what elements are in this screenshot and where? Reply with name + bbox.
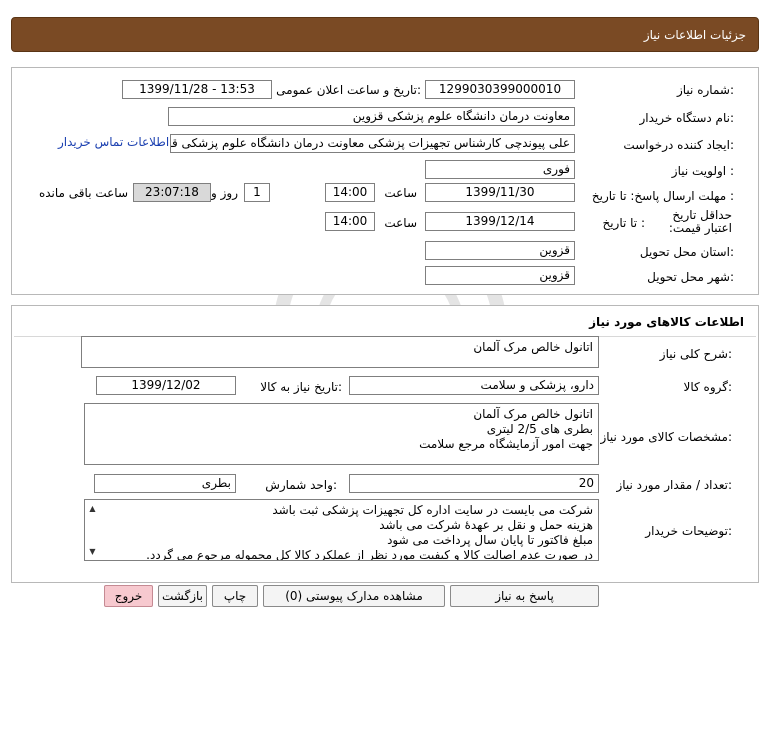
deadline-date-field: 1399/11/30 [425, 183, 575, 202]
requester-label: ایجاد کننده درخواست: [623, 138, 734, 152]
note-line: هزینه حمل و نقل بر عهدۀ شرکت می باشد [379, 518, 593, 532]
announce-date-field: 1399/11/28 - 13:53 [122, 80, 272, 99]
notes-scrollbar[interactable]: ▲ ▼ [86, 501, 99, 559]
province-field: قزوین [425, 241, 575, 260]
buyer-notes-label: توضیحات خریدار: [645, 524, 732, 538]
spec-line: جهت امور آزمایشگاه مرجع سلامت [419, 437, 593, 451]
validity-time-label: ساعت [384, 216, 417, 230]
priority-label: اولویت نیاز : [671, 164, 734, 178]
quantity-field: 20 [349, 474, 599, 493]
validity-date-label: تا تاریخ : [602, 216, 645, 230]
need-number-label: شماره نیاز: [676, 83, 734, 97]
goods-group-field: دارو، پزشکی و سلامت [349, 376, 599, 395]
remaining-time-field: 23:07:18 [133, 183, 211, 202]
need-date-label: تاریخ نیاز به کالا: [260, 380, 342, 394]
print-button[interactable]: چاپ [212, 585, 258, 607]
validity-time-field: 14:00 [325, 212, 375, 231]
unit-label: واحد شمارش: [265, 478, 337, 492]
need-number-field: 1299030399000010 [425, 80, 575, 99]
city-field: قزوین [425, 266, 575, 285]
buyer-org-label: نام دستگاه خریدار: [639, 111, 735, 125]
validity-label: حداقل تاریخ اعتبار قیمت: [668, 208, 732, 235]
priority-field: فوری [425, 160, 575, 179]
deadline-time-label: ساعت [384, 186, 417, 200]
days-remaining-field: 1 [244, 183, 270, 202]
validity-date-field: 1399/12/14 [425, 212, 575, 231]
city-label: شهر محل تحویل: [647, 270, 734, 284]
general-desc-label: شرح کلی نیاز: [659, 347, 732, 361]
days-label: روز و [211, 186, 238, 200]
need-date-field: 1399/12/02 [96, 376, 236, 395]
goods-group-label: گروه کالا: [683, 380, 733, 394]
requester-field: علی پیوندچی کارشناس تجهیزات پزشکی معاونت… [170, 134, 575, 153]
buyer-org-field: معاونت درمان دانشگاه علوم پزشکی قزوین [168, 107, 575, 126]
specs-label: مشخصات کالای مورد نیاز: [600, 430, 732, 444]
spec-line: بطری های 2/5 لیتری [486, 422, 593, 436]
page-title: جزئیات اطلاعات نیاز [643, 28, 746, 42]
note-line: در صورت عدم اصالت کالا و کیفیت مورد نظر … [146, 548, 593, 561]
back-button[interactable]: بازگشت [158, 585, 207, 607]
deadline-time-field: 14:00 [325, 183, 375, 202]
note-line: مبلغ فاکتور تا پایان سال پرداخت می شود [387, 533, 593, 547]
remaining-time-label: ساعت باقی مانده [38, 186, 128, 200]
buyer-notes-field[interactable]: شرکت می بایست در سایت اداره کل تجهیزات پ… [84, 499, 599, 561]
spec-line: اتانول خالص مرک آلمان [473, 407, 593, 421]
need-info-panel [11, 67, 759, 295]
deadline-label: مهلت ارسال پاسخ: تا تاریخ : [591, 189, 734, 203]
buyer-contact-link[interactable]: اطلاعات تماس خریدار [58, 135, 169, 149]
unit-field: بطری [94, 474, 236, 493]
attachments-button[interactable]: مشاهده مدارک پیوستی (0) [263, 585, 445, 607]
specs-field: اتانول خالص مرک آلمان بطری های 2/5 لیتری… [84, 403, 599, 465]
scroll-up-icon[interactable]: ▲ [89, 501, 95, 516]
exit-button[interactable]: خروج [104, 585, 153, 607]
reply-button[interactable]: پاسخ به نیاز [450, 585, 599, 607]
goods-section-title: اطلاعات کالاهای مورد نیاز [589, 315, 744, 329]
page-header: جزئیات اطلاعات نیاز [11, 17, 759, 52]
scroll-down-icon[interactable]: ▼ [89, 544, 95, 559]
province-label: استان محل تحویل: [639, 245, 734, 259]
note-line: شرکت می بایست در سایت اداره کل تجهیزات پ… [272, 503, 593, 517]
announce-date-label: تاریخ و ساعت اعلان عمومی: [276, 83, 421, 97]
general-desc-field: اتانول خالص مرک آلمان [81, 336, 599, 368]
quantity-label: تعداد / مقدار مورد نیاز: [616, 478, 732, 492]
